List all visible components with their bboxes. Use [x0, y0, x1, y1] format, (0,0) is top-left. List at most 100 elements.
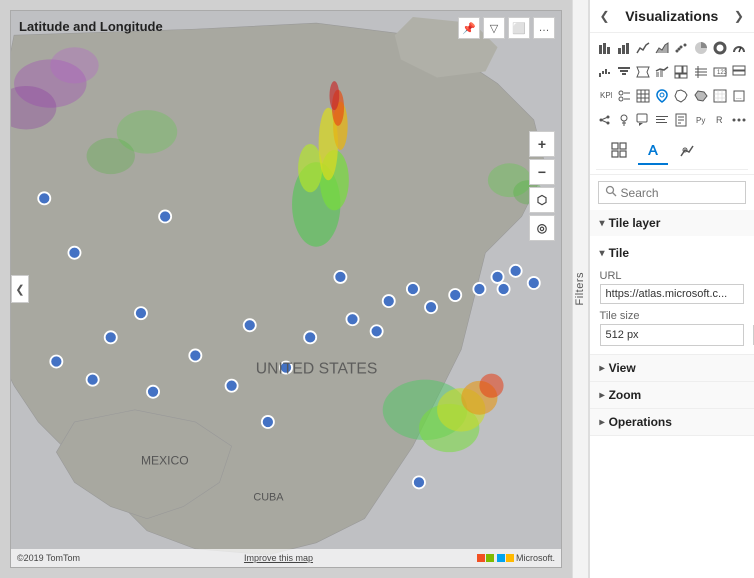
icon-scatter[interactable] — [672, 37, 690, 59]
section-tile-layer-header[interactable]: ▾ Tile layer — [590, 210, 754, 236]
icon-paginated-report[interactable] — [672, 109, 690, 131]
icon-custom-visual[interactable]: ... — [730, 85, 748, 107]
icon-line-chart[interactable] — [634, 37, 652, 59]
section-operations: ▸ Operations — [590, 409, 754, 436]
collapse-map-button[interactable]: ❮ — [11, 275, 29, 303]
map-controls: + − ⬡ ◎ — [529, 131, 555, 241]
svg-text:MEXICO: MEXICO — [141, 453, 189, 467]
svg-text:CUBA: CUBA — [253, 492, 284, 504]
more-button[interactable]: … — [533, 17, 555, 39]
tab-format[interactable] — [638, 137, 668, 165]
icon-matrix[interactable] — [691, 61, 709, 83]
tile-layer-label: Tile layer — [609, 216, 661, 230]
icon-card[interactable]: 123 — [711, 61, 729, 83]
svg-text:UNITED STATES: UNITED STATES — [256, 361, 378, 378]
microsoft-logo — [477, 554, 514, 562]
zoom-chevron: ▸ — [600, 390, 605, 401]
tile-size-input[interactable] — [601, 326, 753, 344]
icon-area-chart[interactable] — [653, 37, 671, 59]
icon-donut[interactable] — [711, 37, 729, 59]
tab-fields[interactable] — [604, 137, 634, 165]
tile-layer-chevron: ▾ — [600, 218, 605, 229]
map-footer: ©2019 TomTom Improve this map Microsoft. — [11, 549, 561, 567]
section-view: ▸ View — [590, 355, 754, 382]
icon-waterfall[interactable] — [596, 61, 614, 83]
section-zoom: ▸ Zoom — [590, 382, 754, 409]
icon-smart-narrative[interactable] — [653, 109, 671, 131]
map-link[interactable]: Improve this map — [244, 553, 313, 563]
panel-collapse-button[interactable]: ❮ — [600, 9, 610, 23]
filter-label: Filters — [574, 272, 586, 305]
icon-row-4: Py R — [596, 109, 748, 131]
tile-layer-content: ▾ Tile URL Tile size ▲ ▼ — [590, 236, 754, 354]
icon-row-1 — [596, 37, 748, 59]
compass-button[interactable]: ◎ — [529, 215, 555, 241]
operations-chevron: ▸ — [600, 417, 605, 428]
icon-r-visual[interactable]: R — [711, 109, 729, 131]
section-view-header[interactable]: ▸ View — [590, 355, 754, 381]
panel-expand-button[interactable]: ❯ — [734, 9, 744, 23]
icon-key-influencers[interactable] — [615, 109, 633, 131]
map-container: UNITED STATES MEXICO CUBA Latitude and L… — [0, 0, 572, 578]
tile-sub-label: Tile — [609, 246, 629, 260]
icon-gauge[interactable] — [730, 37, 748, 59]
icon-row-3: KPI ... — [596, 85, 748, 107]
svg-text:123: 123 — [717, 70, 727, 76]
map-brand: Microsoft. — [477, 553, 555, 563]
tile-size-label: Tile size — [600, 310, 744, 322]
icon-more-visuals[interactable] — [730, 109, 748, 131]
icon-grid: 123 KPI — [590, 33, 754, 175]
filter-button[interactable]: ▽ — [483, 17, 505, 39]
view-label: View — [609, 361, 636, 375]
icon-combo[interactable] — [653, 61, 671, 83]
tile-size-field[interactable]: ▲ ▼ — [600, 324, 744, 346]
section-tile-layer: ▾ Tile layer ▾ Tile URL Tile size ▲ ▼ — [590, 210, 754, 355]
map-svg: UNITED STATES MEXICO CUBA — [11, 11, 561, 567]
tile-sub-chevron: ▾ — [600, 248, 605, 259]
icon-slicer[interactable] — [615, 85, 633, 107]
icon-table[interactable] — [634, 85, 652, 107]
section-zoom-header[interactable]: ▸ Zoom — [590, 382, 754, 408]
icon-qna[interactable] — [634, 109, 652, 131]
tab-analytics[interactable] — [672, 137, 702, 165]
svg-text:...: ... — [736, 94, 742, 101]
icon-pie[interactable] — [691, 37, 709, 59]
url-input[interactable] — [600, 284, 744, 304]
operations-label: Operations — [609, 415, 672, 429]
search-box[interactable] — [598, 181, 746, 204]
url-label: URL — [600, 270, 744, 282]
brand-label: Microsoft. — [516, 553, 555, 563]
icon-funnel[interactable] — [615, 61, 633, 83]
format-tabs-row — [596, 133, 748, 170]
icon-stacked-bar[interactable] — [596, 37, 614, 59]
map-toolbar: 📌 ▽ ⬜ … — [458, 17, 555, 39]
zoom-in-button[interactable]: + — [529, 131, 555, 157]
zoom-out-button[interactable]: − — [529, 159, 555, 185]
svg-text:Py: Py — [696, 116, 705, 125]
tile-sub-header[interactable]: ▾ Tile — [600, 242, 744, 264]
icon-shape-map[interactable] — [691, 85, 709, 107]
icon-multirow-card[interactable] — [730, 61, 748, 83]
search-input[interactable] — [621, 186, 739, 200]
icon-map-visual[interactable] — [653, 85, 671, 107]
search-icon — [605, 185, 617, 200]
icon-decomp-tree[interactable] — [596, 109, 614, 131]
view-chevron: ▸ — [600, 363, 605, 374]
section-operations-header[interactable]: ▸ Operations — [590, 409, 754, 435]
icon-filled-map[interactable] — [672, 85, 690, 107]
map-frame: UNITED STATES MEXICO CUBA Latitude and L… — [10, 10, 562, 568]
icon-treemap[interactable] — [672, 61, 690, 83]
icon-azure-map[interactable] — [711, 85, 729, 107]
svg-text:R: R — [716, 115, 723, 125]
expand-button[interactable]: ⬜ — [508, 17, 530, 39]
icon-ribbon[interactable] — [634, 61, 652, 83]
pin-button[interactable]: 📌 — [458, 17, 480, 39]
location-button[interactable]: ⬡ — [529, 187, 555, 213]
icon-bar-chart[interactable] — [615, 37, 633, 59]
icon-row-2: 123 — [596, 61, 748, 83]
icon-kpi[interactable]: KPI — [596, 85, 614, 107]
icon-python[interactable]: Py — [691, 109, 709, 131]
panel-header: ❮ Visualizations ❯ — [590, 0, 754, 33]
filter-panel: Filters — [572, 0, 589, 578]
zoom-label: Zoom — [609, 388, 642, 402]
